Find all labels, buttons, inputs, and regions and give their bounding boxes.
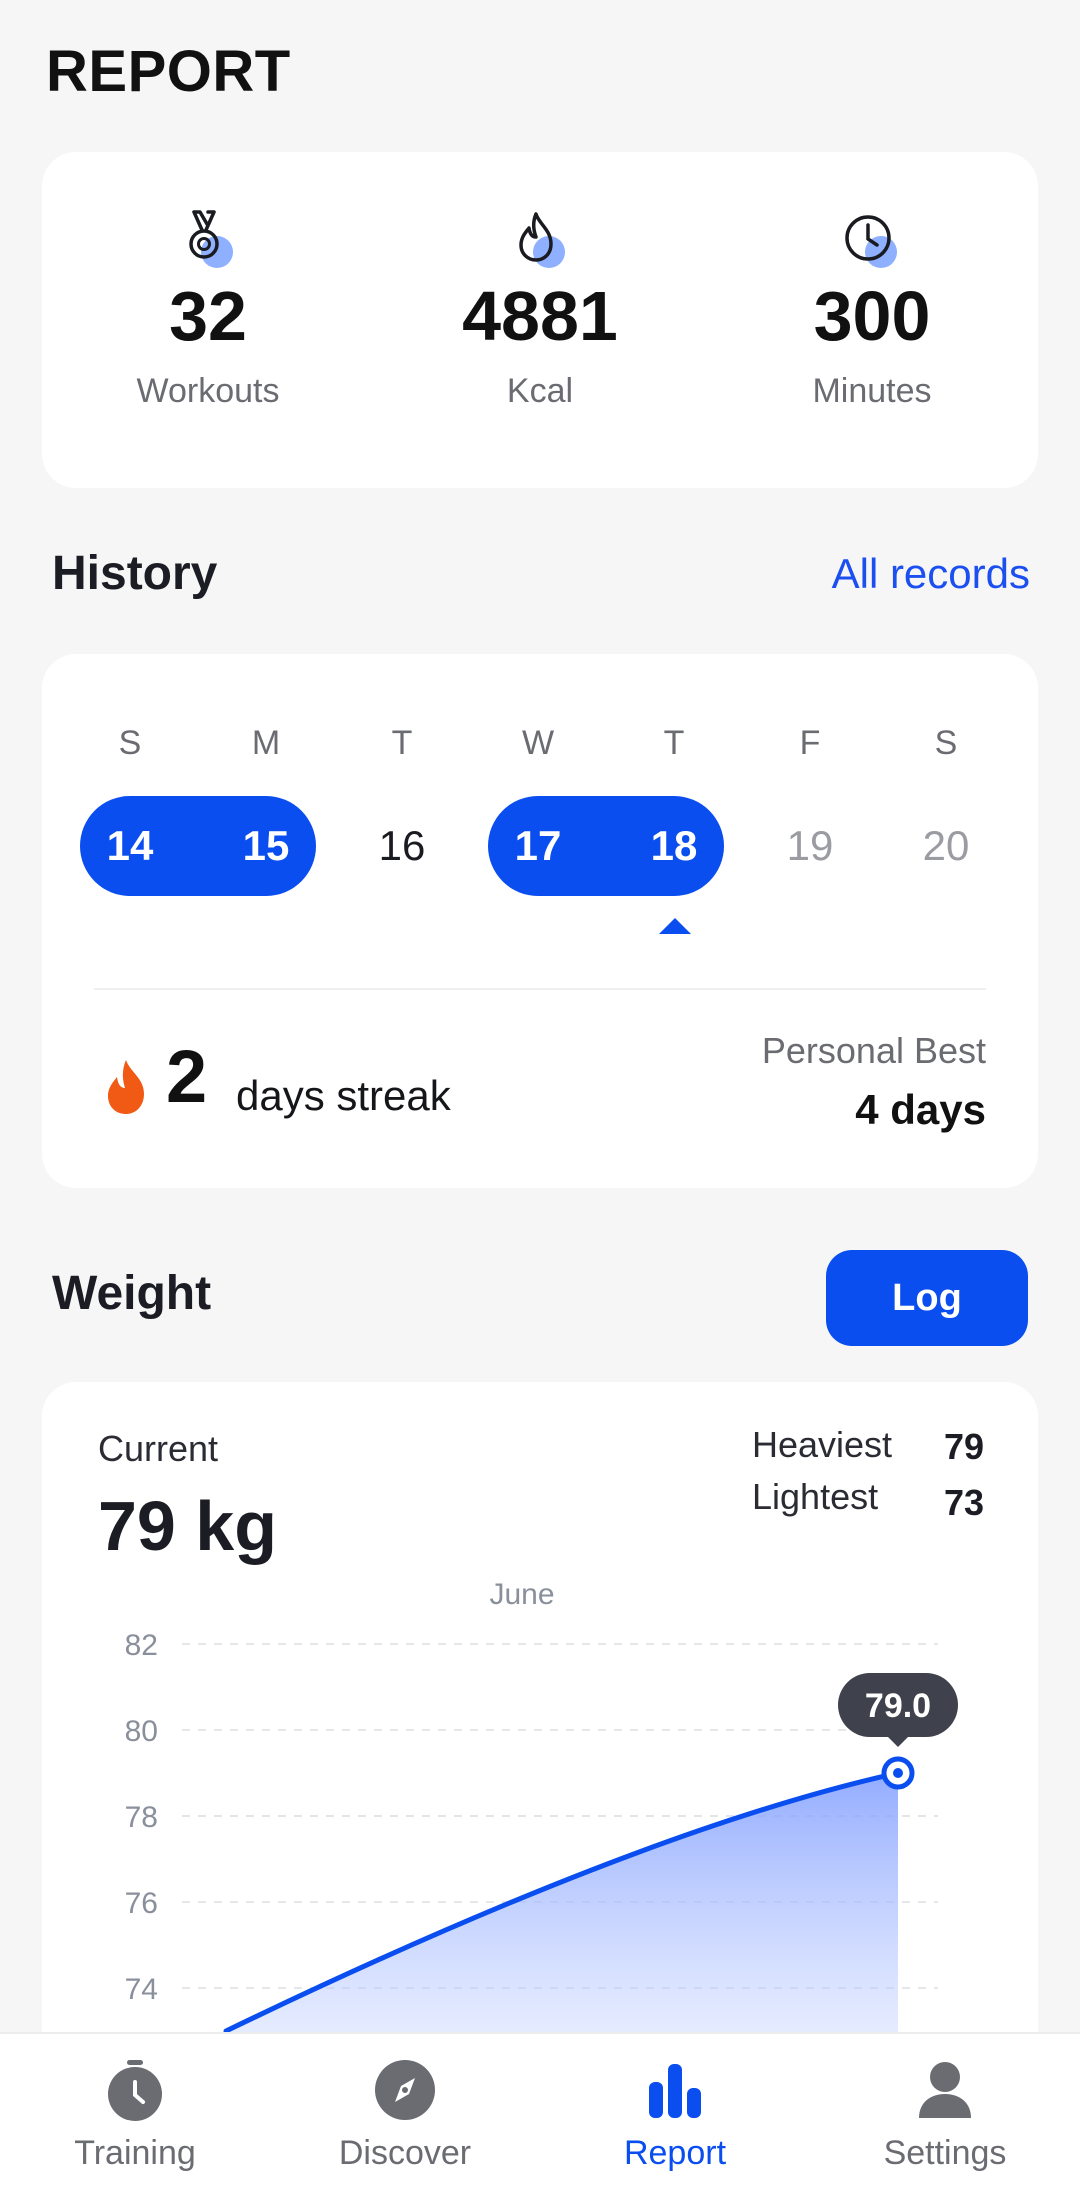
tooltip-value: 79.0 (865, 1687, 931, 1725)
y-tick-label: 76 (125, 1887, 158, 1920)
stat-kcal: 4881 Kcal (374, 152, 706, 488)
y-tick-label: 74 (125, 1973, 158, 2006)
today-indicator-icon (659, 918, 691, 934)
nav-label: Training (74, 2134, 196, 2172)
calendar-day[interactable]: 16 (334, 796, 470, 896)
compass-icon (373, 2058, 437, 2122)
page-title: REPORT (46, 39, 291, 104)
divider (94, 988, 986, 990)
calendar-day[interactable]: 14 (62, 796, 198, 896)
history-title: History (52, 547, 218, 600)
history-card: S M T W T F S 14 15 16 17 18 19 20 2 day… (42, 654, 1038, 1188)
weekday-label: T (391, 724, 413, 762)
weekday-label: W (521, 724, 555, 762)
user-icon (913, 2058, 977, 2122)
personal-best-value: 4 days (855, 1086, 986, 1133)
weekday-label: M (251, 724, 281, 762)
stat-value: 300 (813, 277, 931, 355)
weekday-label: F (799, 724, 821, 762)
bar-chart-icon (643, 2058, 707, 2122)
clock-icon (841, 208, 903, 270)
calendar-day[interactable]: 20 (878, 796, 1014, 896)
y-tick-label: 78 (125, 1801, 158, 1834)
personal-best-label: Personal Best (761, 1030, 986, 1071)
nav-item-discover[interactable]: Discover (270, 2034, 540, 2197)
flame-icon (509, 208, 571, 270)
stat-workouts: 32 Workouts (42, 152, 374, 488)
streak-label: days streak (236, 1072, 451, 1119)
stats-card: 32 Workouts 4881 Kcal 300 Minutes (42, 152, 1038, 488)
calendar-day[interactable]: 15 (198, 796, 334, 896)
stat-minutes: 300 Minutes (706, 152, 1038, 488)
medal-icon (177, 208, 239, 270)
bottom-nav: Training Discover Report Settings (0, 2032, 1080, 2197)
nav-label: Settings (883, 2134, 1007, 2172)
streak-flame-icon (104, 1058, 148, 1116)
nav-label: Discover (338, 2134, 472, 2172)
log-weight-button[interactable]: Log (826, 1250, 1028, 1346)
nav-label: Report (623, 2134, 727, 2172)
nav-item-settings[interactable]: Settings (810, 2034, 1080, 2197)
stat-value: 32 (169, 277, 247, 355)
nav-item-training[interactable]: Training (0, 2034, 270, 2197)
weekday-label: S (118, 724, 142, 762)
latest-point-dot (893, 1768, 903, 1778)
stat-value: 4881 (462, 277, 618, 355)
streak-count: 2 (166, 1035, 208, 1118)
weight-title: Weight (52, 1267, 212, 1320)
nav-item-report[interactable]: Report (540, 2034, 810, 2197)
stat-label: Minutes (812, 371, 932, 410)
stat-label: Workouts (136, 371, 280, 410)
stat-label: Kcal (506, 371, 574, 410)
stopwatch-icon (103, 2058, 167, 2122)
weekday-label: T (663, 724, 685, 762)
y-tick-label: 80 (125, 1715, 158, 1748)
weekday-label: S (934, 724, 958, 762)
calendar-day[interactable]: 19 (742, 796, 878, 896)
calendar-day-today[interactable]: 18 (606, 796, 742, 896)
tooltip-pointer (888, 1737, 908, 1747)
calendar-day[interactable]: 17 (470, 796, 606, 896)
y-tick-label: 82 (125, 1629, 158, 1662)
all-records-link[interactable]: All records (832, 550, 1030, 598)
